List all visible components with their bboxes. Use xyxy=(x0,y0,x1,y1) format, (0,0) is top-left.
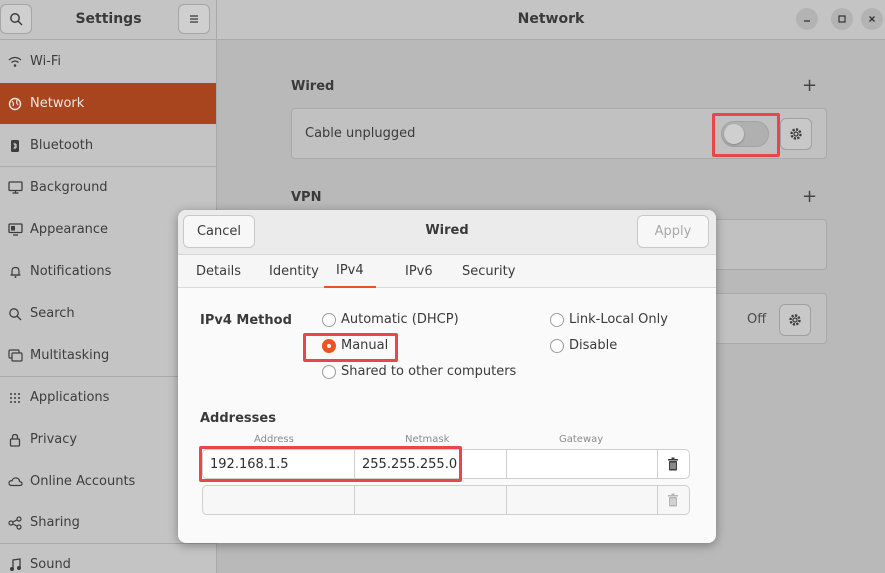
sidebar-item-sound[interactable]: Sound xyxy=(0,544,216,573)
add-vpn-button[interactable]: + xyxy=(802,186,817,207)
sidebar-item-label: Bluetooth xyxy=(30,138,94,153)
menu-button[interactable] xyxy=(178,4,210,34)
tab-ipv6[interactable]: IPv6 xyxy=(405,255,433,288)
tab-security[interactable]: Security xyxy=(462,255,515,288)
bell-icon xyxy=(0,265,30,279)
delete-row-button[interactable] xyxy=(657,449,690,479)
radio-manual[interactable]: Manual xyxy=(322,338,388,353)
wired-section-title: Wired xyxy=(291,79,335,94)
wired-settings-button[interactable] xyxy=(780,118,812,150)
maximize-button[interactable] xyxy=(831,8,853,30)
addresses-label: Addresses xyxy=(200,411,276,426)
search-icon xyxy=(0,307,30,321)
netmask-input[interactable]: 255.255.255.0 xyxy=(354,449,507,479)
sidebar-item-label: Applications xyxy=(30,390,110,405)
column-header-netmask: Netmask xyxy=(405,434,450,445)
maximize-icon xyxy=(838,15,846,23)
wired-status-label: Cable unplugged xyxy=(305,126,416,141)
close-icon xyxy=(869,16,875,22)
ipv4-method-label: IPv4 Method xyxy=(200,313,292,328)
proxy-status: Off xyxy=(747,312,767,327)
sidebar-item-label: Search xyxy=(30,306,75,321)
appearance-icon xyxy=(0,223,30,236)
main-header: Network xyxy=(217,0,885,40)
wired-toggle-switch[interactable] xyxy=(721,121,769,147)
radio-label: Automatic (DHCP) xyxy=(341,312,459,327)
trash-icon xyxy=(658,485,688,515)
wired-connection-card: Cable unplugged xyxy=(291,108,827,159)
apply-button[interactable]: Apply xyxy=(637,215,709,248)
sidebar-item-network[interactable]: Network xyxy=(0,83,216,124)
radio-link-local[interactable]: Link-Local Only xyxy=(550,312,668,327)
radio-automatic-dhcp[interactable]: Automatic (DHCP) xyxy=(322,312,459,327)
sidebar-item-label: Sound xyxy=(30,557,71,572)
sidebar-item-label: Online Accounts xyxy=(30,474,136,489)
vpn-section-title: VPN xyxy=(291,190,322,205)
sidebar-item-label: Appearance xyxy=(30,222,109,237)
bluetooth-icon xyxy=(0,139,30,153)
sidebar-item-label: Privacy xyxy=(30,432,78,447)
music-note-icon xyxy=(0,557,30,572)
radio-indicator xyxy=(322,338,336,353)
gear-icon xyxy=(789,314,801,326)
radio-indicator xyxy=(322,364,336,379)
hamburger-menu-icon xyxy=(190,15,198,23)
toggle-knob xyxy=(724,124,744,144)
gateway-input[interactable] xyxy=(506,485,658,515)
wifi-icon xyxy=(0,56,30,68)
address-input[interactable] xyxy=(202,485,355,515)
radio-indicator xyxy=(550,312,564,327)
sidebar-item-label: Notifications xyxy=(30,264,112,279)
netmask-input[interactable] xyxy=(354,485,507,515)
radio-indicator xyxy=(322,312,336,327)
sidebar-item-background[interactable]: Background xyxy=(0,167,216,208)
minimize-button[interactable] xyxy=(796,8,818,30)
column-header-address: Address xyxy=(254,434,294,445)
multitasking-icon xyxy=(0,349,30,362)
lock-icon xyxy=(0,433,30,447)
gateway-input[interactable] xyxy=(506,449,658,479)
proxy-card: Off xyxy=(700,293,827,344)
sidebar-item-label: Sharing xyxy=(30,515,80,530)
sidebar-item-label: Network xyxy=(30,96,85,111)
radio-indicator xyxy=(550,338,564,353)
delete-row-button[interactable] xyxy=(657,485,690,515)
proxy-settings-button[interactable] xyxy=(779,304,811,336)
monitor-icon xyxy=(0,181,30,194)
sidebar-header: Settings xyxy=(0,0,216,40)
gear-icon xyxy=(790,128,802,140)
dialog-tabs: Details Identity IPv4 IPv6 Security xyxy=(178,255,716,288)
dialog-header: Cancel Wired Apply xyxy=(178,210,716,255)
sidebar-item-bluetooth[interactable]: Bluetooth xyxy=(0,125,216,166)
sidebar-item-label: Wi-Fi xyxy=(30,54,62,69)
wired-settings-dialog: Cancel Wired Apply Details Identity IPv4… xyxy=(178,210,716,543)
add-wired-button[interactable]: + xyxy=(802,75,817,96)
tab-identity[interactable]: Identity xyxy=(269,255,319,288)
sidebar-item-label: Multitasking xyxy=(30,348,110,363)
radio-label: Manual xyxy=(341,338,389,353)
vpn-card xyxy=(700,219,827,270)
radio-disable[interactable]: Disable xyxy=(550,338,617,353)
minimize-icon xyxy=(804,20,810,22)
close-button[interactable] xyxy=(861,8,883,30)
cloud-icon xyxy=(0,476,30,487)
tab-details[interactable]: Details xyxy=(196,255,241,288)
radio-label: Shared to other computers xyxy=(341,364,517,379)
sidebar-item-wifi[interactable]: Wi-Fi xyxy=(0,41,216,82)
address-input[interactable]: 192.168.1.5 xyxy=(202,449,355,479)
trash-icon xyxy=(658,449,688,479)
radio-label: Disable xyxy=(569,338,618,353)
grid-icon xyxy=(0,392,30,404)
column-header-gateway: Gateway xyxy=(559,434,604,445)
sidebar-item-label: Background xyxy=(30,180,108,195)
globe-icon xyxy=(0,97,30,111)
share-icon xyxy=(0,515,30,530)
plus-icon: + xyxy=(802,186,818,207)
radio-shared[interactable]: Shared to other computers xyxy=(322,364,516,379)
dialog-title: Wired xyxy=(425,223,469,238)
page-title: Network xyxy=(517,11,585,27)
radio-label: Link-Local Only xyxy=(569,312,668,327)
tab-ipv4[interactable]: IPv4 xyxy=(324,255,376,288)
plus-icon: + xyxy=(802,75,818,96)
